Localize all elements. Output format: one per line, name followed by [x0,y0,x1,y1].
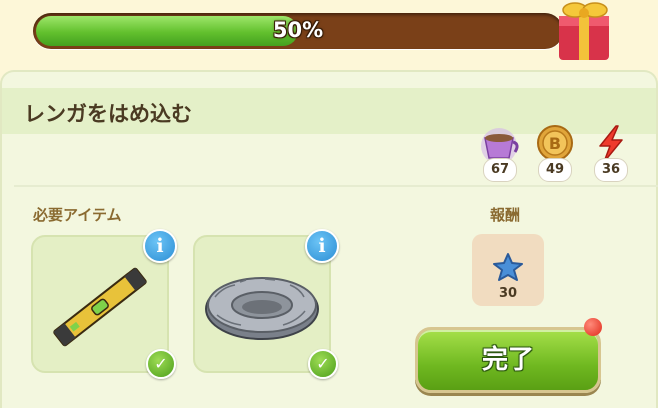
svg-text:B: B [549,134,561,153]
coin-count: 49 [538,158,572,182]
required-items-label: 必要アイテム [33,206,122,224]
panel-divider [14,185,658,187]
complete-button[interactable]: 完了 [415,327,601,393]
energy-count: 36 [594,158,628,182]
check-icon: ✓ [146,349,176,379]
quest-progress-bar: 50% [33,13,563,49]
resource-tea[interactable]: 67 [477,124,523,182]
progress-percent: 50% [272,18,324,42]
item-info-button[interactable]: i [143,229,177,263]
resource-energy[interactable]: 36 [588,124,634,182]
item-info-button[interactable]: i [305,229,339,263]
tea-count: 67 [483,158,517,182]
reward-item[interactable]: 30 [472,234,544,306]
check-icon: ✓ [308,349,338,379]
resource-coin[interactable]: B 49 [532,124,578,182]
gift-box-icon[interactable] [551,0,621,62]
notification-dot [584,318,602,336]
blue-star-icon [493,253,523,281]
reward-label: 報酬 [490,206,521,224]
quest-title: レンガをはめ込む [24,102,192,126]
reward-count: 30 [498,286,518,301]
